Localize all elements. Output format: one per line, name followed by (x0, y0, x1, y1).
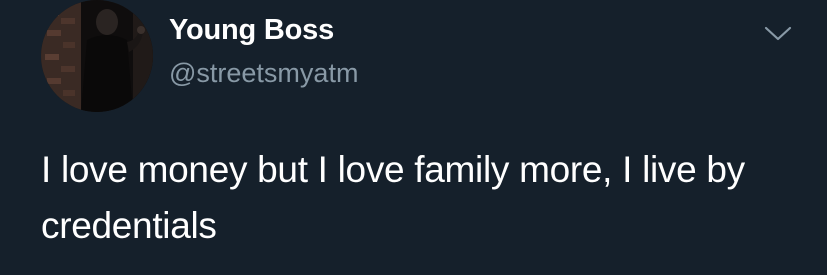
author-handle[interactable]: @streetsmyatm (169, 58, 358, 89)
author-avatar[interactable] (41, 0, 153, 112)
chevron-down-icon[interactable] (762, 20, 794, 46)
author-display-name[interactable]: Young Boss (169, 14, 334, 47)
tweet-card: Young Boss @streetsmyatm I love money bu… (0, 0, 827, 275)
tweet-text: I love money but I love family more, I l… (41, 149, 745, 246)
avatar-photo (41, 0, 153, 112)
